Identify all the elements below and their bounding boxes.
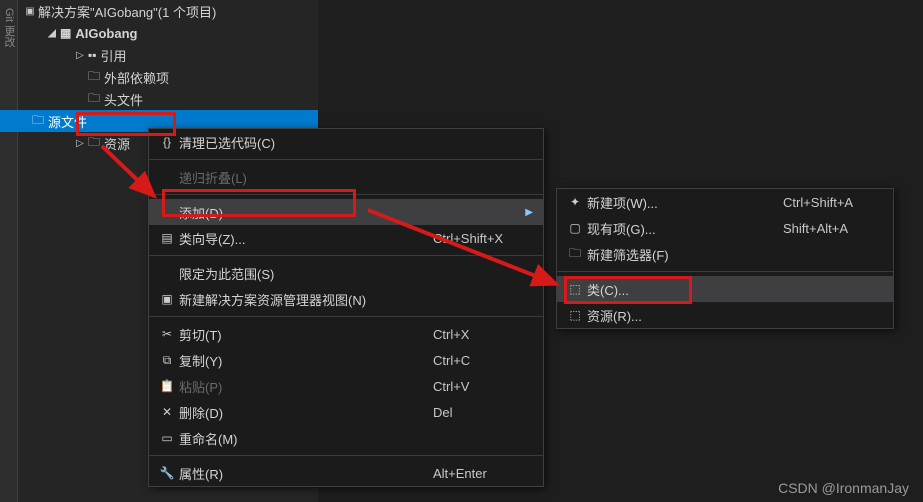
chevron-down-icon: ◢ [46, 28, 58, 39]
menu-copy[interactable]: ⧉ 复制(Y) Ctrl+C [149, 347, 543, 373]
submenu-new-item[interactable]: ✦ 新建项(W)... Ctrl+Shift+A [557, 189, 893, 215]
chevron-right-icon: ▷ [74, 50, 86, 61]
add-submenu: ✦ 新建项(W)... Ctrl+Shift+A ▢ 现有项(G)... Shi… [556, 188, 894, 329]
menu-rename[interactable]: ▭ 重命名(M) [149, 425, 543, 451]
resource-icon: ⬚ [563, 308, 587, 322]
project-icon: ▦ [60, 26, 71, 40]
menu-separator [149, 194, 543, 195]
delete-icon: ✕ [155, 405, 179, 419]
menu-collapse: 递归折叠(L) [149, 164, 543, 190]
submenu-resource[interactable]: ⬚ 资源(R)... [557, 302, 893, 328]
submenu-new-filter[interactable]: 🗀 新建筛选器(F) [557, 241, 893, 267]
resources-label: 资源 [104, 134, 130, 153]
copy-icon: ⧉ [155, 353, 179, 368]
project-label: AIGobang [75, 26, 137, 41]
submenu-class[interactable]: ⬚ 类(C)... [557, 276, 893, 302]
new-item-icon: ✦ [563, 195, 587, 209]
side-panel-tab[interactable]: Git 更改 [0, 0, 18, 502]
external-label: 外部依赖项 [104, 68, 169, 87]
headers-node[interactable]: 🗀 头文件 [18, 88, 318, 110]
folder-icon: 🗀 [88, 89, 100, 110]
wrench-icon: 🔧 [155, 466, 179, 480]
context-menu: {} 清理已选代码(C) 递归折叠(L) 添加(D) ▶ ▤ 类向导(Z)...… [148, 128, 544, 487]
menu-add[interactable]: 添加(D) ▶ [149, 199, 543, 225]
references-node[interactable]: ▷ ▪▪ 引用 [18, 44, 318, 66]
folder-icon: 🗀 [32, 111, 44, 132]
rename-icon: ▭ [155, 431, 179, 445]
menu-class-wizard[interactable]: ▤ 类向导(Z)... Ctrl+Shift+X [149, 225, 543, 251]
menu-clean[interactable]: {} 清理已选代码(C) [149, 129, 543, 155]
headers-label: 头文件 [104, 90, 143, 109]
menu-properties[interactable]: 🔧 属性(R) Alt+Enter [149, 460, 543, 486]
folder-icon: 🗀 [88, 133, 100, 154]
wizard-icon: ▤ [155, 231, 179, 245]
external-deps-node[interactable]: 🗀 外部依赖项 [18, 66, 318, 88]
view-icon: ▣ [155, 292, 179, 306]
sources-label: 源文件 [48, 112, 87, 131]
submenu-arrow-icon: ▶ [525, 207, 533, 218]
expander-icon: ▣ [24, 6, 36, 17]
references-icon: ▪▪ [88, 48, 97, 62]
menu-cut[interactable]: ✂ 剪切(T) Ctrl+X [149, 321, 543, 347]
project-node[interactable]: ◢ ▦ AIGobang [18, 22, 318, 44]
folder-icon: 🗀 [88, 67, 100, 88]
menu-separator [557, 271, 893, 272]
menu-paste: 📋 粘贴(P) Ctrl+V [149, 373, 543, 399]
references-label: 引用 [101, 46, 127, 65]
class-icon: ⬚ [563, 282, 587, 296]
paste-icon: 📋 [155, 379, 179, 393]
menu-separator [149, 255, 543, 256]
menu-new-view[interactable]: ▣ 新建解决方案资源管理器视图(N) [149, 286, 543, 312]
submenu-existing-item[interactable]: ▢ 现有项(G)... Shift+Alt+A [557, 215, 893, 241]
menu-separator [149, 159, 543, 160]
menu-delete[interactable]: ✕ 删除(D) Del [149, 399, 543, 425]
menu-separator [149, 316, 543, 317]
watermark: CSDN @IronmanJay [778, 480, 909, 496]
chevron-right-icon: ▷ [74, 138, 86, 149]
existing-item-icon: ▢ [563, 221, 587, 235]
menu-separator [149, 455, 543, 456]
filter-icon: 🗀 [563, 244, 587, 265]
braces-icon: {} [155, 135, 179, 149]
cut-icon: ✂ [155, 327, 179, 341]
solution-node[interactable]: ▣ 解决方案"AIGobang"(1 个项目) [18, 0, 318, 22]
menu-scope[interactable]: 限定为此范围(S) [149, 260, 543, 286]
solution-label: 解决方案"AIGobang"(1 个项目) [38, 2, 216, 21]
